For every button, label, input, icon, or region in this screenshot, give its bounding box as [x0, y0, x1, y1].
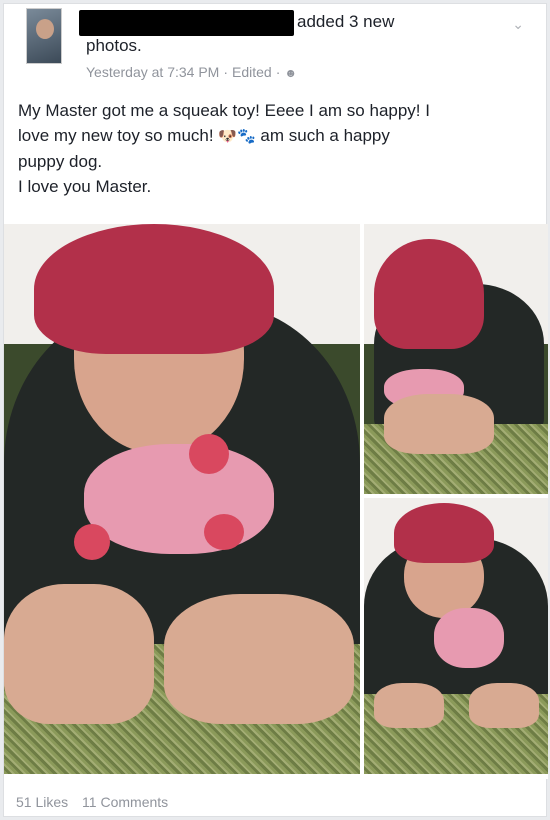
post-action-text-line2: photos.: [86, 36, 142, 55]
post-line: puppy dog.: [18, 152, 103, 171]
photo-grid: [4, 224, 548, 779]
post-footer: 51 Likes 11 Comments: [16, 794, 178, 810]
photo-main[interactable]: [4, 224, 360, 774]
timestamp[interactable]: Yesterday at 7:34 PM: [86, 64, 219, 80]
post-text: My Master got me a squeak toy! Eeee I am…: [18, 98, 538, 199]
post-action-text: added 3 new: [297, 12, 395, 31]
redacted-username: [79, 10, 294, 36]
comments-count[interactable]: 11 Comments: [82, 794, 168, 810]
likes-count[interactable]: 51 Likes: [16, 794, 68, 810]
photo-bottom-right[interactable]: [364, 498, 548, 774]
post-line: love my new toy so much! 🐶🐾 am such a ha…: [18, 123, 538, 149]
meta-separator: ·: [275, 64, 281, 80]
post-line: I love you Master.: [18, 177, 152, 196]
paws-emoji-icon: 🐾: [237, 128, 256, 145]
photo-top-right[interactable]: [364, 224, 548, 494]
chevron-down-icon[interactable]: ⌄: [512, 16, 524, 33]
avatar[interactable]: [26, 8, 62, 64]
dog-emoji-icon: 🐶: [218, 128, 237, 145]
edited-label[interactable]: Edited: [232, 64, 272, 80]
post-card: added 3 new photos. ⌄ Yesterday at 7:34 …: [3, 3, 548, 817]
post-meta: Yesterday at 7:34 PM · Edited · ☻: [86, 64, 297, 80]
meta-separator: ·: [223, 64, 229, 80]
friends-icon[interactable]: ☻: [284, 66, 297, 80]
post-line: My Master got me a squeak toy! Eeee I am…: [18, 101, 430, 120]
